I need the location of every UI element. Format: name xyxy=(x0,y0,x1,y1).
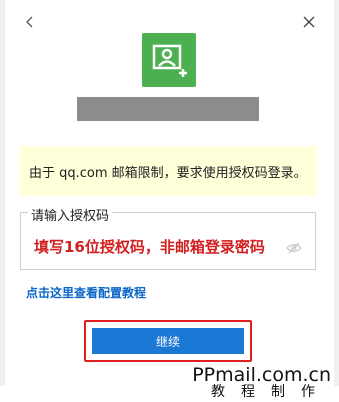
auth-code-label: 请输入授权码 xyxy=(28,205,113,224)
continue-button[interactable]: 继续 xyxy=(92,328,244,354)
auth-code-input-value[interactable]: 填写16位授权码，非邮箱登录密码 xyxy=(34,236,265,257)
dialog-window: 由于 qq.com 邮箱限制，要求使用授权码登录。 请输入授权码 填写16位授权… xyxy=(0,0,339,402)
close-button[interactable] xyxy=(301,14,317,30)
config-tutorial-link[interactable]: 点击这里查看配置教程 xyxy=(26,284,146,301)
window-border-left xyxy=(0,0,5,386)
close-icon xyxy=(303,16,315,28)
chevron-left-icon xyxy=(26,16,33,28)
app-logo xyxy=(142,33,196,87)
toggle-visibility-button[interactable] xyxy=(286,239,302,254)
notice-text: 由于 qq.com 邮箱限制，要求使用授权码登录。 xyxy=(29,165,307,181)
notice-banner: 由于 qq.com 邮箱限制，要求使用授权码登录。 xyxy=(19,146,317,196)
redacted-account-name xyxy=(77,97,259,121)
continue-button-label: 继续 xyxy=(155,334,180,349)
add-contact-icon xyxy=(152,44,187,77)
watermark-caption: 教程制作 xyxy=(211,384,331,400)
back-button[interactable] xyxy=(22,14,38,30)
eye-off-icon xyxy=(286,242,302,254)
window-border-right xyxy=(334,0,339,386)
